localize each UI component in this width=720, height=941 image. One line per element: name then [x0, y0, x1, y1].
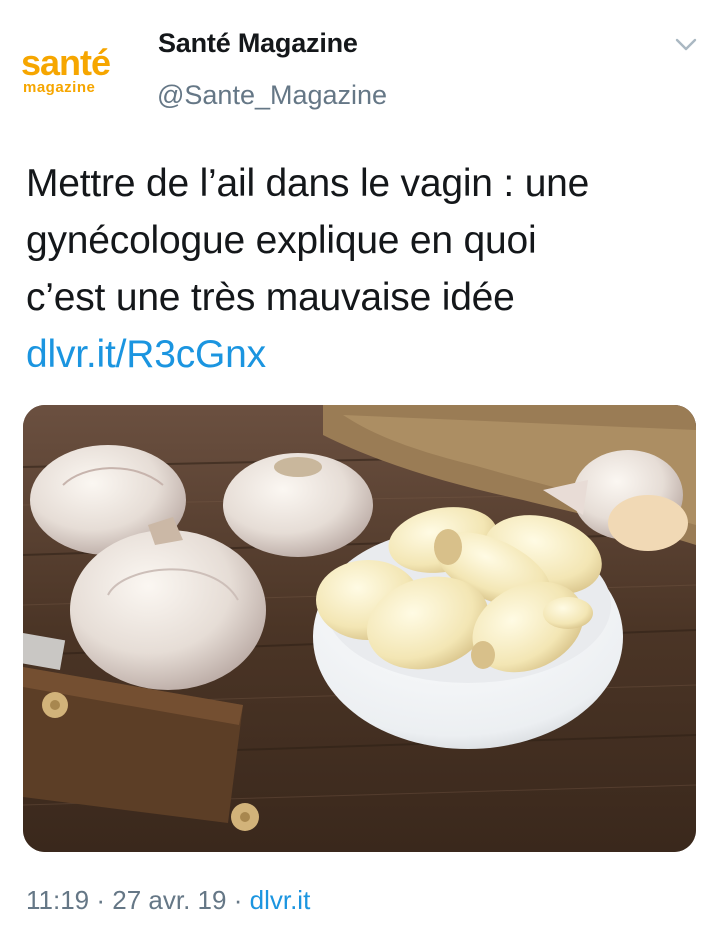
avatar[interactable]: santé magazine: [20, 42, 132, 100]
tweet-date: 27 avr. 19: [112, 885, 227, 915]
garlic-photo: [23, 405, 696, 852]
tweet-source-link[interactable]: dlvr.it: [250, 885, 311, 915]
chevron-down-icon: [675, 38, 697, 51]
logo-subtext: magazine: [23, 79, 95, 96]
tweet: santé magazine Santé Magazine @Sante_Mag…: [0, 0, 720, 941]
tweet-text: Mettre de l’ail dans le vagin : une gyné…: [26, 155, 706, 383]
tweet-link[interactable]: dlvr.it/R3cGnx: [26, 333, 266, 376]
meta-separator: ·: [96, 885, 106, 915]
tweet-menu-button[interactable]: [668, 30, 704, 60]
tweet-text-line: c’est une très mauvaise idée: [26, 276, 515, 319]
meta-separator: ·: [233, 885, 243, 915]
tweet-text-line: gynécologue explique en quoi: [26, 219, 537, 262]
tweet-time: 11:19: [26, 885, 90, 915]
tweet-image[interactable]: [23, 405, 696, 852]
author-handle[interactable]: @Sante_Magazine: [157, 80, 387, 111]
sante-magazine-logo: santé magazine: [21, 42, 111, 96]
author-name[interactable]: Santé Magazine: [158, 28, 358, 59]
tweet-text-line: Mettre de l’ail dans le vagin : une: [26, 162, 590, 205]
logo-text: santé: [21, 42, 110, 83]
tweet-meta: 11:19 · 27 avr. 19 · dlvr.it: [26, 885, 310, 916]
